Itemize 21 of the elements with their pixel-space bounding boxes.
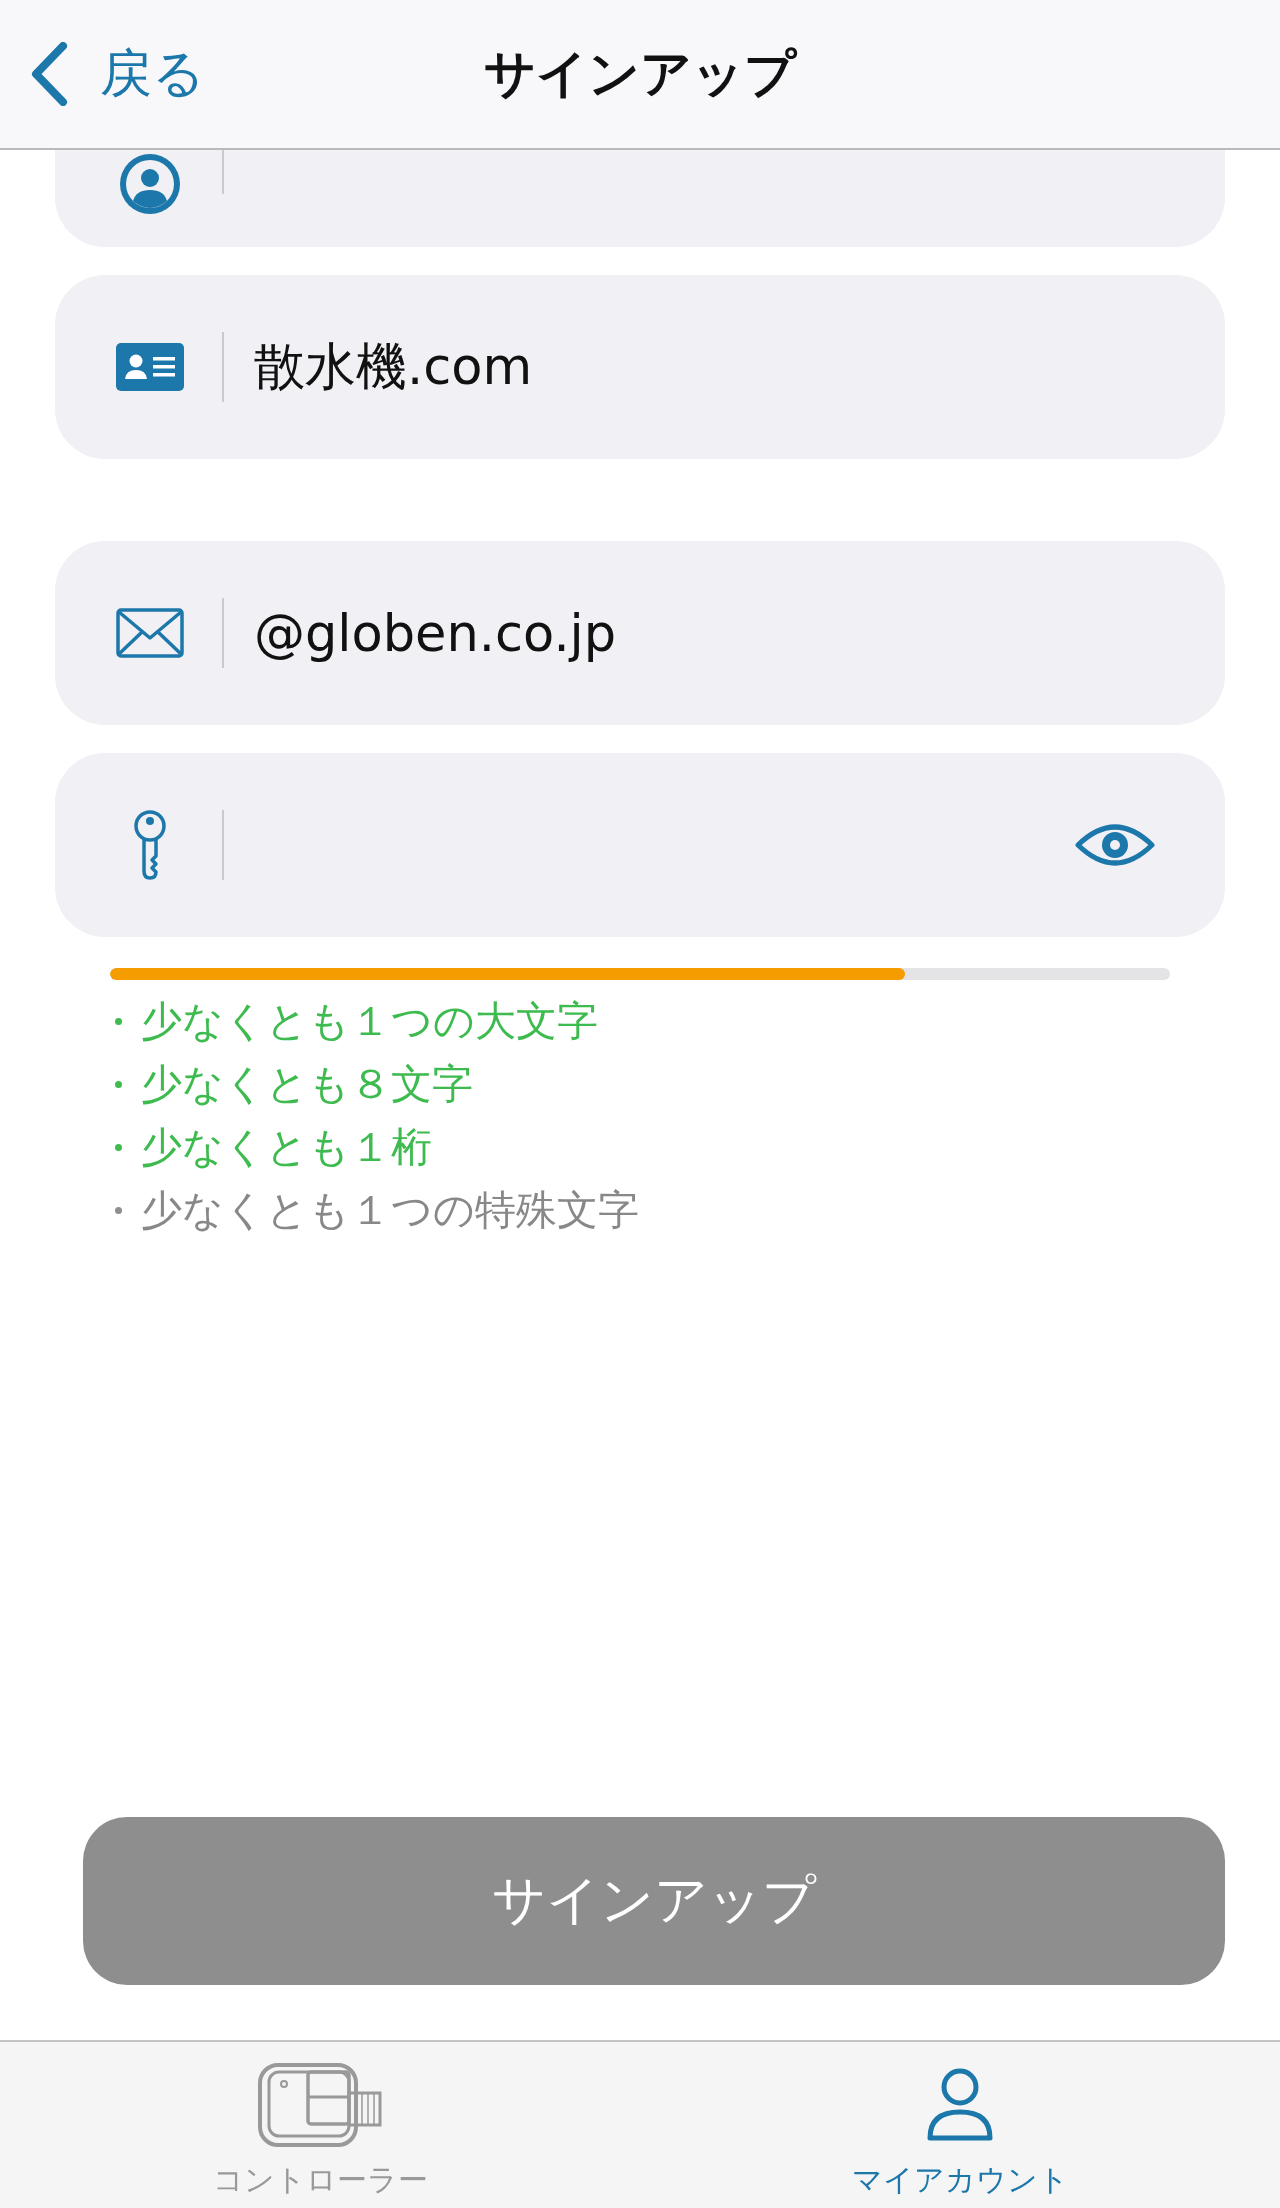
requirement-text: 少なくとも８文字	[141, 1059, 473, 1110]
tab[interactable]: マイアカウント	[640, 2042, 1280, 2208]
id-card-icon	[116, 343, 184, 391]
chevron-left-icon	[30, 42, 68, 106]
text-field[interactable]	[55, 150, 1225, 247]
page-title: サインアップ	[484, 42, 796, 105]
show-password-button[interactable]	[1075, 821, 1155, 869]
requirement-text: 少なくとも１つの特殊文字	[141, 1185, 639, 1236]
tab[interactable]: コントローラー	[0, 2042, 640, 2208]
password-field[interactable]	[55, 753, 1225, 937]
person-circle-icon	[120, 154, 180, 214]
back-button[interactable]: 戻る	[30, 39, 205, 109]
text-field[interactable]: 散水機.com	[55, 275, 1225, 459]
requirement-text: 少なくとも１つの大文字	[141, 996, 598, 1047]
requirement-text: 少なくとも１桁	[141, 1122, 432, 1173]
user-icon	[926, 2068, 994, 2142]
key-icon	[131, 809, 169, 881]
envelope-icon	[116, 608, 184, 658]
text-field[interactable]: @globen.co.jp	[55, 541, 1225, 725]
eye-icon	[1075, 821, 1155, 869]
device-icon	[258, 2063, 382, 2147]
